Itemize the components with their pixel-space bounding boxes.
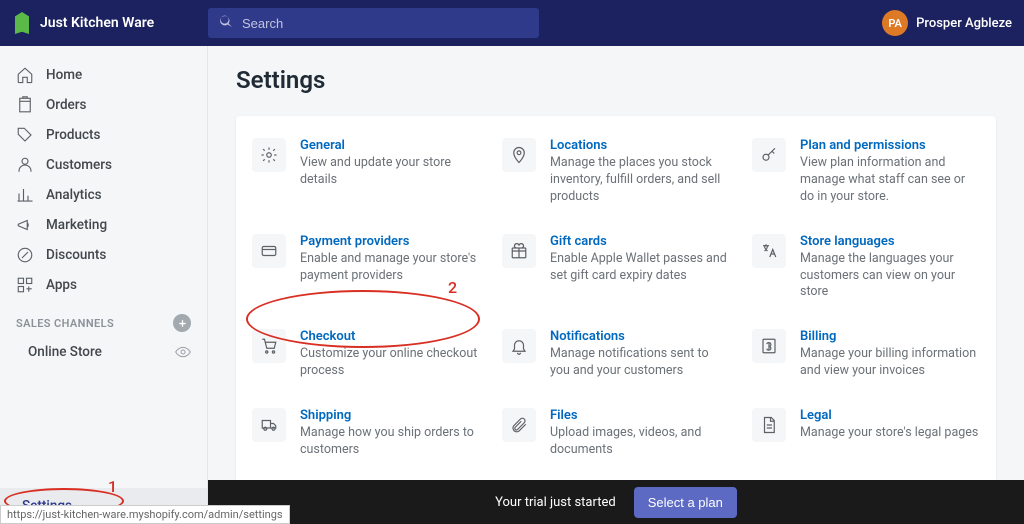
tile-desc: Manage how you ship orders to customers <box>300 425 480 459</box>
home-icon <box>16 66 34 84</box>
main-content: Settings General View and update your sto… <box>208 46 1024 524</box>
channel-online-store[interactable]: Online Store <box>0 338 207 366</box>
dollar-icon <box>752 329 786 363</box>
tile-legal[interactable]: Legal Manage your store's legal pages <box>746 408 986 459</box>
brand[interactable]: Just Kitchen Ware <box>12 12 192 34</box>
tile-desc: Manage your store's legal pages <box>800 425 978 442</box>
card-icon <box>252 234 286 268</box>
nav-customers[interactable]: Customers <box>0 150 207 180</box>
tile-desc: Customize your online checkout process <box>300 346 480 380</box>
nav-products[interactable]: Products <box>0 120 207 150</box>
tile-gift-cards[interactable]: Gift cards Enable Apple Wallet passes and… <box>496 234 736 302</box>
page-title: Settings <box>236 66 996 94</box>
tile-title: Billing <box>800 329 980 344</box>
tile-plan-permissions[interactable]: Plan and permissions View plan informatio… <box>746 138 986 206</box>
gift-icon <box>502 234 536 268</box>
tile-checkout[interactable]: Checkout Customize your online checkout p… <box>246 329 486 380</box>
nav-apps[interactable]: Apps <box>0 270 207 300</box>
tile-title: Checkout <box>300 329 480 344</box>
person-icon <box>16 156 34 174</box>
tile-desc: View plan information and manage what st… <box>800 155 980 206</box>
tile-title: Files <box>550 408 730 423</box>
sales-channels-header: SALES CHANNELS <box>0 300 207 338</box>
add-channel-button[interactable] <box>173 314 191 332</box>
truck-icon <box>252 408 286 442</box>
orders-icon <box>16 96 34 114</box>
user-name: Prosper Agbleze <box>916 16 1012 31</box>
status-url: https://just-kitchen-ware.myshopify.com/… <box>0 505 290 524</box>
gear-icon <box>252 138 286 172</box>
tile-shipping[interactable]: Shipping Manage how you ship orders to cu… <box>246 408 486 459</box>
nav-label: Home <box>46 67 82 83</box>
bell-icon <box>502 329 536 363</box>
store-name: Just Kitchen Ware <box>40 15 154 31</box>
tile-desc: Manage your billing information and view… <box>800 346 980 380</box>
tile-files[interactable]: Files Upload images, videos, and document… <box>496 408 736 459</box>
tile-title: Gift cards <box>550 234 730 249</box>
settings-grid: General View and update your store detail… <box>246 138 986 486</box>
top-bar: Just Kitchen Ware PA Prosper Agbleze <box>0 0 1024 46</box>
nav-orders[interactable]: Orders <box>0 90 207 120</box>
sidebar: Home Orders Products Customers Analytics… <box>0 46 208 524</box>
tile-title: Payment providers <box>300 234 480 249</box>
tag-icon <box>16 126 34 144</box>
tile-title: Plan and permissions <box>800 138 980 153</box>
user-menu[interactable]: PA Prosper Agbleze <box>882 10 1012 36</box>
tile-title: Store languages <box>800 234 980 249</box>
nav-label: Products <box>46 127 100 143</box>
nav-label: Customers <box>46 157 112 173</box>
search-icon <box>218 13 234 33</box>
tile-title: Locations <box>550 138 730 153</box>
view-store-icon[interactable] <box>175 344 191 360</box>
analytics-icon <box>16 186 34 204</box>
tile-desc: View and update your store details <box>300 155 480 189</box>
select-plan-button[interactable]: Select a plan <box>634 487 737 518</box>
tile-title: Legal <box>800 408 978 423</box>
tile-desc: Manage the places you stock inventory, f… <box>550 155 730 206</box>
tile-locations[interactable]: Locations Manage the places you stock inv… <box>496 138 736 206</box>
nav-marketing[interactable]: Marketing <box>0 210 207 240</box>
nav-label: Marketing <box>46 217 107 233</box>
banner-text: Your trial just started <box>495 495 616 510</box>
cart-icon <box>252 329 286 363</box>
trial-banner: Your trial just started Select a plan <box>208 480 1024 524</box>
tile-desc: Manage the languages your customers can … <box>800 251 980 302</box>
megaphone-icon <box>16 216 34 234</box>
tile-desc: Manage notifications sent to you and you… <box>550 346 730 380</box>
annotation-label-1: 1 <box>108 477 117 496</box>
tile-notifications[interactable]: Notifications Manage notifications sent t… <box>496 329 736 380</box>
discount-icon <box>16 246 34 264</box>
search-box[interactable] <box>208 8 539 38</box>
tile-title: Notifications <box>550 329 730 344</box>
channel-label: Online Store <box>28 344 102 360</box>
tile-desc: Enable Apple Wallet passes and set gift … <box>550 251 730 285</box>
clip-icon <box>502 408 536 442</box>
apps-icon <box>16 276 34 294</box>
nav-label: Orders <box>46 97 87 113</box>
search-input[interactable] <box>242 16 529 31</box>
nav-label: Analytics <box>46 187 102 203</box>
tile-title: General <box>300 138 480 153</box>
tile-billing[interactable]: Billing Manage your billing information a… <box>746 329 986 380</box>
nav-discounts[interactable]: Discounts <box>0 240 207 270</box>
tile-desc: Upload images, videos, and documents <box>550 425 730 459</box>
document-icon <box>752 408 786 442</box>
tile-general[interactable]: General View and update your store detail… <box>246 138 486 206</box>
tile-store-languages[interactable]: Store languages Manage the languages your… <box>746 234 986 302</box>
nav-label: Apps <box>46 277 77 293</box>
pin-icon <box>502 138 536 172</box>
nav-label: Discounts <box>46 247 106 263</box>
nav-home[interactable]: Home <box>0 60 207 90</box>
language-icon <box>752 234 786 268</box>
annotation-label-2: 2 <box>448 278 457 297</box>
key-icon <box>752 138 786 172</box>
shopify-logo-icon <box>12 12 32 34</box>
settings-card: General View and update your store detail… <box>236 116 996 486</box>
tile-title: Shipping <box>300 408 480 423</box>
nav-analytics[interactable]: Analytics <box>0 180 207 210</box>
avatar: PA <box>882 10 908 36</box>
